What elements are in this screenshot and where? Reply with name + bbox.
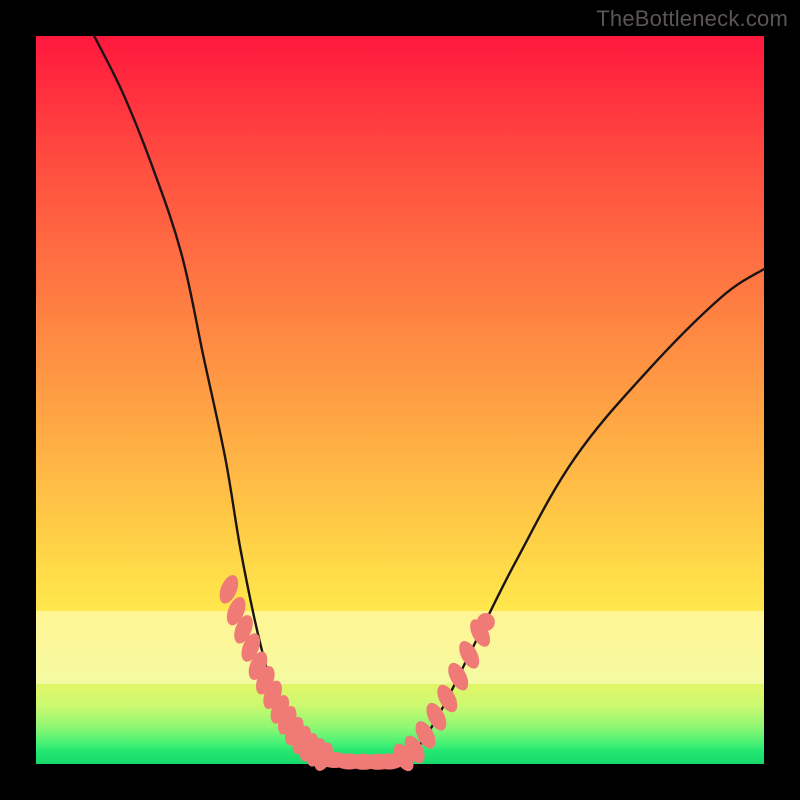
watermark-text: TheBottleneck.com bbox=[596, 6, 788, 32]
plot-area bbox=[36, 36, 764, 764]
curve-markers bbox=[216, 572, 495, 774]
bottleneck-curve bbox=[36, 36, 764, 764]
data-marker bbox=[477, 613, 495, 631]
curve-path bbox=[94, 36, 764, 762]
chart-frame: TheBottleneck.com bbox=[0, 0, 800, 800]
